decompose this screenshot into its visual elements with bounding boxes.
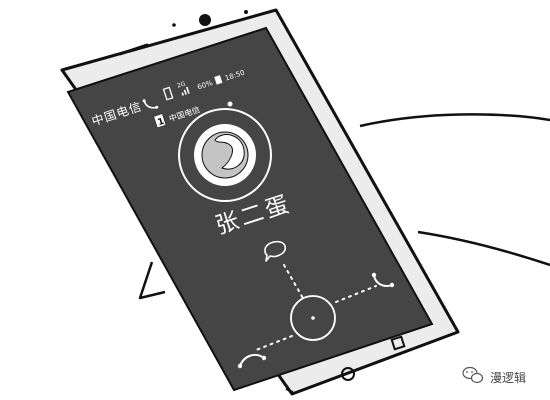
- phone-stand: [138, 261, 166, 300]
- watermark-text: 漫逻辑: [490, 371, 526, 385]
- front-camera: [199, 14, 211, 26]
- watermark: 漫逻辑: [462, 366, 526, 385]
- wechat-icon: [462, 366, 484, 384]
- desk-edge: [417, 230, 550, 267]
- desk-curve: [359, 113, 550, 128]
- illustration-canvas: 中国电信 2G 60% 18:50 1 中国电信 张二蛋 漫逻辑: [60, 8, 550, 396]
